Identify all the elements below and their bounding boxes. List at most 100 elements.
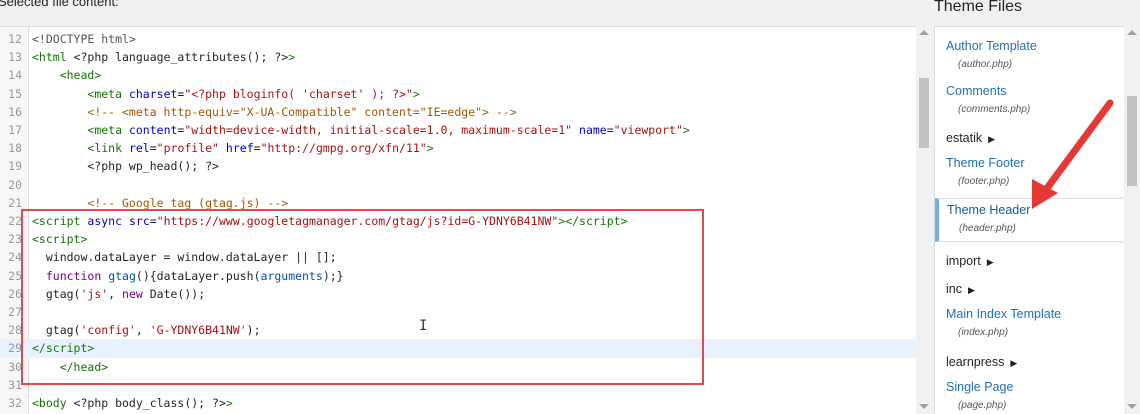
files-scroll-down-icon[interactable]: [1127, 404, 1137, 409]
theme-file-item[interactable]: Single Page (page.php): [935, 376, 1125, 414]
theme-file-filename: (author.php): [958, 59, 1013, 70]
code-text[interactable]: <link rel="profile" href="http://gmpg.or…: [32, 139, 433, 157]
theme-file-filename: (header.php): [959, 223, 1016, 234]
theme-folder-item[interactable]: import ▶: [935, 250, 1125, 272]
folder-toggle[interactable]: inc ▶: [946, 282, 975, 296]
code-line[interactable]: 15 <meta charset="<?php bloginfo( 'chars…: [0, 85, 916, 103]
code-line[interactable]: 13 <html <?php language_attributes(); ?>>: [0, 48, 916, 66]
folder-toggle[interactable]: estatik ▶: [946, 131, 995, 145]
line-number: 29: [8, 341, 22, 356]
theme-files-title: Theme Files: [934, 0, 1023, 15]
code-text[interactable]: function gtag(){dataLayer.push(arguments…: [32, 267, 344, 285]
folder-label[interactable]: learnpress: [946, 355, 1004, 369]
code-text[interactable]: <script>: [32, 230, 87, 248]
line-number: 14: [8, 68, 22, 83]
code-text[interactable]: <script async src="https://www.googletag…: [32, 212, 628, 230]
code-line[interactable]: 19 <?php wp_head(); ?>: [0, 157, 916, 175]
code-text[interactable]: <head>: [32, 66, 102, 84]
folder-label[interactable]: estatik: [946, 131, 982, 145]
code-line[interactable]: 27: [0, 303, 916, 321]
caret-right-icon[interactable]: ▶: [968, 285, 975, 295]
theme-file-link[interactable]: Theme Header: [947, 203, 1030, 217]
theme-folder-item[interactable]: inc ▶: [935, 278, 1125, 300]
theme-file-item[interactable]: Main Index Template (index.php): [935, 303, 1125, 347]
code-line[interactable]: 28 gtag('config', 'G-YDNY6B41NW');: [0, 321, 916, 339]
code-line[interactable]: 24 window.dataLayer = window.dataLayer |…: [0, 248, 916, 266]
theme-files-list: Author Template (author.php) Comments (comm…: [934, 26, 1126, 414]
line-number: 27: [8, 305, 22, 319]
code-line[interactable]: 22 <script async src="https://www.googlet…: [0, 212, 916, 230]
line-number: 12: [8, 32, 22, 46]
code-line[interactable]: 17 <meta content="width=device-width, in…: [0, 121, 916, 139]
code-text[interactable]: <!DOCTYPE html>: [32, 30, 136, 48]
code-line[interactable]: 20: [0, 176, 916, 194]
code-line[interactable]: 29 </script>: [0, 339, 916, 358]
files-scrollbar[interactable]: [1124, 26, 1140, 413]
code-text[interactable]: window.dataLayer = window.dataLayer || […: [32, 248, 337, 266]
theme-folder-item[interactable]: estatik ▶: [935, 127, 1125, 149]
code-text[interactable]: <body <?php body_class(); ?>>: [32, 394, 233, 412]
code-line[interactable]: 23 <script>: [0, 230, 916, 248]
text-cursor-icon: I: [419, 318, 428, 334]
code-text[interactable]: <!-- <meta http-equiv="X-UA-Compatible" …: [32, 103, 516, 121]
line-number: 13: [8, 50, 22, 65]
code-text[interactable]: gtag('config', 'G-YDNY6B41NW');: [32, 321, 261, 339]
folder-label[interactable]: import: [946, 254, 981, 268]
code-text[interactable]: </script>: [32, 339, 94, 357]
line-number: 17: [8, 123, 22, 137]
code-line[interactable]: 16 <!-- <meta http-equiv="X-UA-Compatibl…: [0, 103, 916, 121]
caret-right-icon[interactable]: ▶: [987, 257, 994, 267]
line-number: 24: [8, 250, 22, 265]
line-number: 28: [8, 323, 22, 338]
line-number: 18: [8, 141, 22, 156]
code-text[interactable]: <!-- Google tag (gtag.js) -->: [32, 194, 288, 212]
theme-file-link[interactable]: Comments: [946, 84, 1006, 98]
code-text[interactable]: <meta charset="<?php bloginfo( 'charset'…: [32, 85, 419, 103]
code-line[interactable]: 30 </head>: [0, 358, 916, 376]
theme-file-link[interactable]: Theme Footer: [946, 156, 1025, 170]
theme-file-link[interactable]: Main Index Template: [946, 307, 1061, 321]
theme-file-item[interactable]: Theme Header (header.php): [935, 198, 1125, 242]
theme-file-link[interactable]: Author Template: [946, 39, 1037, 53]
caret-right-icon[interactable]: ▶: [988, 134, 995, 144]
line-number: 31: [8, 377, 22, 392]
theme-file-item[interactable]: Author Template (author.php): [935, 35, 1125, 79]
files-scroll-up-icon[interactable]: [1127, 30, 1137, 35]
theme-file-filename: (page.php): [958, 400, 1007, 411]
folder-label[interactable]: inc: [946, 282, 962, 296]
code-text[interactable]: <meta content="width=device-width, initi…: [32, 121, 689, 139]
caret-right-icon[interactable]: ▶: [1010, 358, 1017, 368]
line-number: 32: [8, 396, 22, 410]
files-scroll-thumb[interactable]: [1127, 96, 1137, 186]
scroll-down-icon[interactable]: [919, 404, 929, 409]
code-text[interactable]: <?php wp_head(); ?>: [32, 157, 219, 175]
editor-scrollbar[interactable]: [916, 26, 932, 413]
code-line[interactable]: 18 <link rel="profile" href="http://gmpg…: [0, 139, 916, 157]
code-line[interactable]: 25 function gtag(){dataLayer.push(argume…: [0, 267, 916, 285]
code-line[interactable]: 21 <!-- Google tag (gtag.js) -->: [0, 194, 916, 212]
code-text[interactable]: </head>: [32, 358, 108, 376]
theme-file-item[interactable]: Comments (comments.php): [935, 80, 1125, 124]
folder-toggle[interactable]: learnpress ▶: [946, 355, 1017, 369]
line-number: 30: [8, 359, 22, 374]
code-line[interactable]: 32 <body <?php body_class(); ?>>: [0, 394, 916, 412]
scroll-up-icon[interactable]: [919, 30, 929, 35]
theme-folder-item[interactable]: learnpress ▶: [935, 351, 1125, 373]
code-line[interactable]: 14 <head>: [0, 66, 916, 84]
line-number: 23: [8, 232, 22, 247]
code-text[interactable]: <html <?php language_attributes(); ?>>: [32, 48, 295, 66]
editor-scroll-thumb[interactable]: [919, 78, 929, 148]
line-number: 15: [8, 86, 22, 101]
line-number: 20: [8, 177, 22, 192]
theme-file-link[interactable]: Single Page: [946, 380, 1013, 394]
line-number: 22: [8, 214, 22, 228]
folder-toggle[interactable]: import ▶: [946, 254, 994, 268]
code-text[interactable]: gtag('js', new Date());: [32, 285, 205, 303]
code-line[interactable]: 12 <!DOCTYPE html>: [0, 30, 916, 48]
line-number: 25: [8, 268, 22, 283]
code-line[interactable]: 26 gtag('js', new Date());: [0, 285, 916, 303]
theme-file-item[interactable]: Theme Footer (footer.php): [935, 152, 1125, 196]
line-number: 21: [8, 195, 22, 210]
code-editor[interactable]: 12 <!DOCTYPE html> 13 <html <?php language_…: [0, 26, 916, 414]
code-line[interactable]: 31: [0, 376, 916, 394]
